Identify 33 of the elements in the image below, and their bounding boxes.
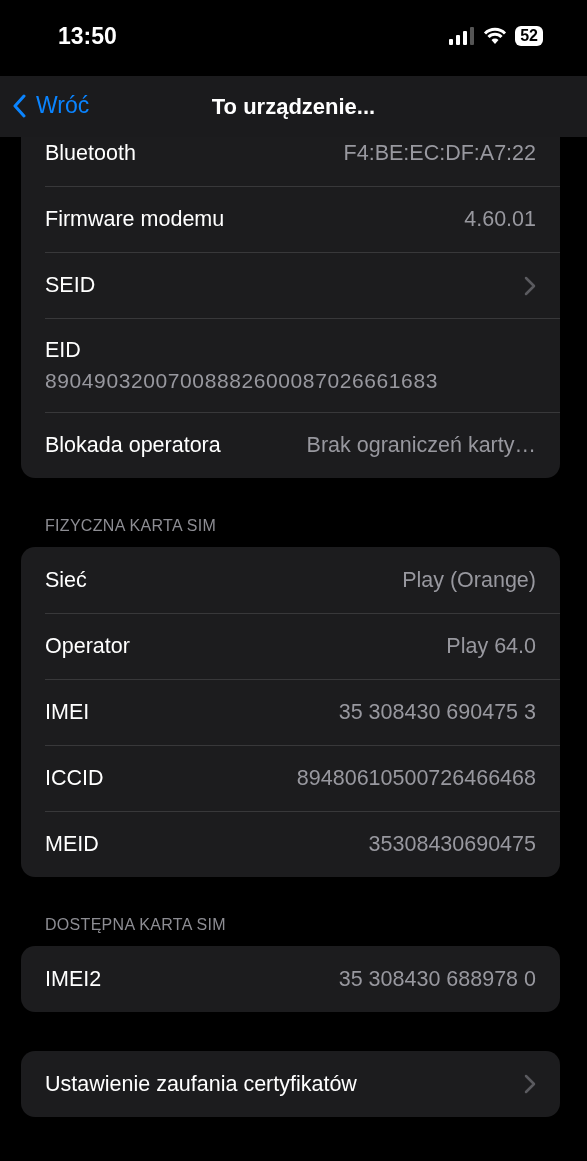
- row-label: Operator: [45, 634, 130, 659]
- row-label: ICCID: [45, 766, 104, 791]
- nav-title: To urządzenie...: [211, 93, 376, 120]
- row-label: MEID: [45, 832, 99, 857]
- chevron-right-icon: [524, 275, 536, 296]
- row-value: Play (Orange): [402, 567, 536, 593]
- row-label: Blokada operatora: [45, 433, 221, 458]
- battery-level: 52: [515, 26, 543, 46]
- row-value: 89480610500726466468: [296, 766, 536, 791]
- row-label: IMEI2: [45, 966, 102, 992]
- settings-row[interactable]: Ustawienie zaufania certyfikatów: [45, 1051, 560, 1117]
- row-value: Play 64.0: [446, 634, 536, 659]
- row-label: IMEI: [45, 700, 90, 725]
- row-value: 4.60.01: [464, 207, 536, 232]
- row-value: Brak ograniczeń karty…: [306, 433, 536, 458]
- section-header: DOSTĘPNA KARTA SIM: [44, 916, 227, 935]
- wifi-icon: [483, 27, 508, 45]
- row-label: Sieć: [45, 567, 87, 593]
- row-label: Firmware modemu: [45, 207, 225, 232]
- row-label: Bluetooth: [45, 140, 136, 166]
- status-time: 13:50: [58, 22, 117, 50]
- row-value: F4:BE:EC:DF:A7:22: [343, 140, 536, 166]
- row-value: 35 308430 688978 0: [338, 966, 536, 992]
- row-label: EID: [45, 338, 81, 363]
- section-header: FIZYCZNA KARTA SIM: [44, 517, 218, 536]
- settings-row[interactable]: SEID: [45, 252, 560, 318]
- chevron-right-icon: [524, 1074, 536, 1094]
- row-value: 35 308430 690475 3: [338, 700, 536, 725]
- signal-icon: [449, 27, 476, 45]
- row-value: 89049032007008882600087026661683: [45, 369, 438, 393]
- row-value: 35308430690475: [368, 832, 536, 857]
- chevron-left-icon: [12, 93, 26, 118]
- back-button[interactable]: Wróć: [10, 90, 92, 121]
